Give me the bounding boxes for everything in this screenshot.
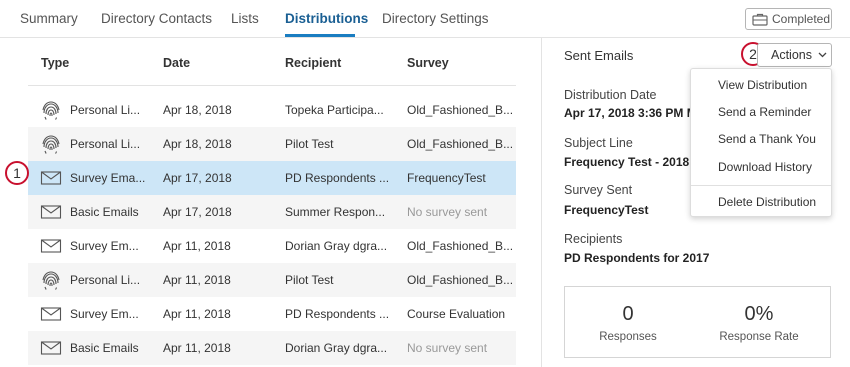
briefcase-icon [752, 13, 768, 26]
table-row[interactable]: Survey Ema... Apr 17, 2018 PD Respondents … [28, 161, 516, 195]
envelope-icon [40, 337, 62, 359]
actions-dropdown: View Distribution Send a Reminder Send a… [690, 68, 832, 217]
cell-type: Basic Emails [70, 341, 139, 355]
cell-date: Apr 17, 2018 [163, 171, 232, 185]
top-nav: Summary Directory Contacts Lists Distrib… [0, 0, 850, 38]
stats-box: 0 Responses 0% Response Rate [564, 286, 831, 358]
column-header-type[interactable]: Type [41, 56, 69, 70]
cell-date: Apr 11, 2018 [163, 341, 231, 355]
cell-survey: Old_Fashioned_B... [407, 239, 513, 253]
distribution-date-label: Distribution Date [564, 88, 657, 102]
panel-divider [541, 38, 542, 367]
actions-label: Actions [771, 48, 812, 62]
menu-item-delete-distribution[interactable]: Delete Distribution [718, 195, 816, 209]
cell-recipient: Pilot Test [285, 137, 334, 151]
tab-lists[interactable]: Lists [231, 11, 259, 26]
tab-directory-contacts[interactable]: Directory Contacts [101, 11, 212, 26]
callout-1: 1 [5, 161, 29, 185]
cell-recipient: Dorian Gray dgra... [285, 239, 388, 253]
recipients-label: Recipients [564, 232, 623, 246]
subject-line-label: Subject Line [564, 136, 633, 150]
column-header-recipient[interactable]: Recipient [285, 56, 341, 70]
column-header-date[interactable]: Date [163, 56, 190, 70]
completed-label: Completed [772, 12, 831, 26]
cell-type: Personal Li... [70, 137, 141, 151]
tab-summary[interactable]: Summary [20, 11, 78, 26]
envelope-icon [40, 167, 62, 189]
table-row[interactable]: Basic Emails Apr 11, 2018 Dorian Gray dgra… [28, 331, 516, 365]
cell-recipient: PD Respondents ... [285, 307, 390, 321]
survey-sent-value: FrequencyTest [564, 203, 649, 217]
cell-type: Survey Em... [70, 239, 139, 253]
recipients-value: PD Respondents for 2017 [564, 251, 710, 265]
cell-survey: Old_Fashioned_B... [407, 137, 513, 151]
actions-button[interactable]: Actions [757, 43, 832, 67]
fingerprint-icon [40, 269, 62, 291]
envelope-icon [40, 235, 62, 257]
cell-type: Survey Em... [70, 307, 139, 321]
cell-survey: Old_Fashioned_B... [407, 103, 513, 117]
cell-date: Apr 18, 2018 [163, 103, 232, 117]
distribution-date-value: Apr 17, 2018 3:36 PM MD [564, 106, 706, 120]
cell-date: Apr 11, 2018 [163, 239, 231, 253]
tab-directory-settings[interactable]: Directory Settings [382, 11, 489, 26]
cell-survey: No survey sent [407, 341, 488, 355]
cell-date: Apr 11, 2018 [163, 307, 231, 321]
column-header-survey[interactable]: Survey [407, 56, 449, 70]
envelope-icon [40, 201, 62, 223]
completed-button[interactable]: Completed [745, 8, 832, 30]
table-header: Type Date Recipient Survey [28, 38, 516, 86]
responses-label: Responses [599, 331, 657, 343]
fingerprint-icon [40, 133, 62, 155]
table-row[interactable]: Basic Emails Apr 17, 2018 Summer Respon...… [28, 195, 516, 229]
cell-date: Apr 18, 2018 [163, 137, 232, 151]
menu-item-send-thank-you[interactable]: Send a Thank You [718, 132, 816, 146]
cell-recipient: Topeka Participa... [285, 103, 384, 117]
cell-date: Apr 17, 2018 [163, 205, 232, 219]
cell-survey: No survey sent [407, 205, 488, 219]
menu-divider [691, 185, 831, 186]
cell-survey: Old_Fashioned_B... [407, 273, 513, 287]
tab-distributions[interactable]: Distributions [285, 11, 368, 26]
subject-line-value: Frequency Test - 2018 [564, 155, 690, 169]
menu-item-download-history[interactable]: Download History [718, 160, 812, 174]
fingerprint-icon [40, 99, 62, 121]
table-row[interactable]: Personal Li... Apr 18, 2018 Pilot Test Old_… [28, 127, 516, 161]
table-row[interactable]: Survey Em... Apr 11, 2018 PD Respondents .… [28, 297, 516, 331]
cell-type: Personal Li... [70, 103, 141, 117]
menu-item-send-reminder[interactable]: Send a Reminder [718, 105, 811, 119]
cell-type: Basic Emails [70, 205, 139, 219]
panel-title: Sent Emails [564, 48, 634, 63]
table-row[interactable]: Personal Li... Apr 11, 2018 Pilot Test Old_… [28, 263, 516, 297]
survey-sent-label: Survey Sent [564, 183, 633, 197]
envelope-icon [40, 303, 62, 325]
cell-recipient: Summer Respon... [285, 205, 386, 219]
table-row[interactable]: Personal Li... Apr 18, 2018 Topeka Partici… [28, 93, 516, 127]
response-rate-value: 0% [744, 303, 774, 325]
cell-type: Personal Li... [70, 273, 141, 287]
response-rate-label: Response Rate [719, 331, 799, 343]
cell-recipient: Dorian Gray dgra... [285, 341, 388, 355]
cell-survey: FrequencyTest [407, 171, 486, 185]
cell-survey: Course Evaluation [407, 307, 506, 321]
cell-type: Survey Ema... [70, 171, 146, 185]
cell-recipient: PD Respondents ... [285, 171, 390, 185]
active-tab-indicator [285, 34, 355, 37]
responses-count: 0 [622, 303, 634, 325]
cell-date: Apr 11, 2018 [163, 273, 231, 287]
chevron-down-icon [818, 52, 827, 58]
table-row[interactable]: Survey Em... Apr 11, 2018 Dorian Gray dgra… [28, 229, 516, 263]
cell-recipient: Pilot Test [285, 273, 334, 287]
menu-item-view-distribution[interactable]: View Distribution [718, 78, 807, 92]
